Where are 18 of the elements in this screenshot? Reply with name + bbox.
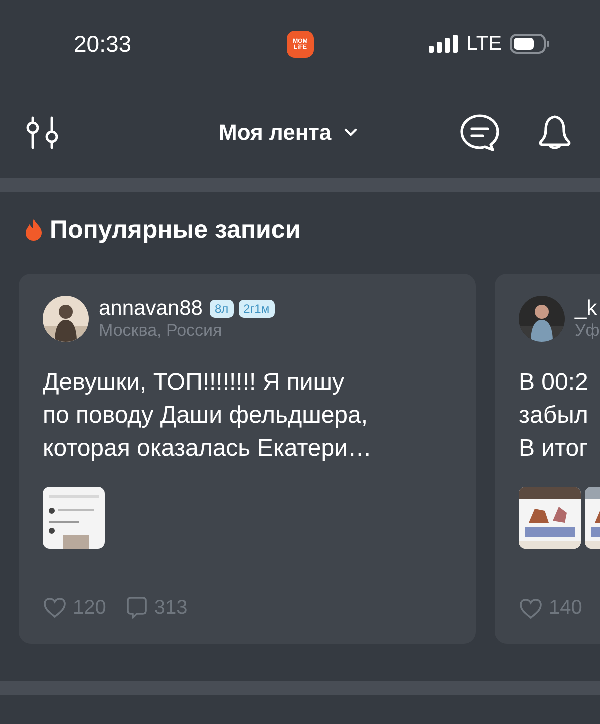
location: Уф <box>575 321 600 341</box>
age-badge: 8л <box>210 300 234 318</box>
post-text: В 00:2 забыл В итог <box>519 368 590 464</box>
chevron-icon <box>344 128 358 138</box>
chat-icon[interactable] <box>460 114 500 152</box>
post-text: Девушки, ТОП!!!!!!!! Я пишу по поводу Даши фельдшера, которая оказалась Екатери… <box>43 368 374 464</box>
username[interactable]: annavan88 <box>99 297 203 321</box>
flame-icon <box>24 218 44 242</box>
network-label: LTE <box>466 32 502 56</box>
section-title: Популярные записи <box>50 216 301 244</box>
battery-icon <box>510 34 550 54</box>
bell-icon[interactable] <box>538 114 572 152</box>
signal-icon <box>428 35 459 53</box>
status-time: 20:33 <box>74 30 132 58</box>
location: Москва, Россия <box>99 321 224 341</box>
username[interactable]: _k <box>575 297 598 321</box>
feed-selector[interactable]: Моя лента <box>219 116 358 150</box>
age-badge: 2г1м <box>238 300 275 318</box>
